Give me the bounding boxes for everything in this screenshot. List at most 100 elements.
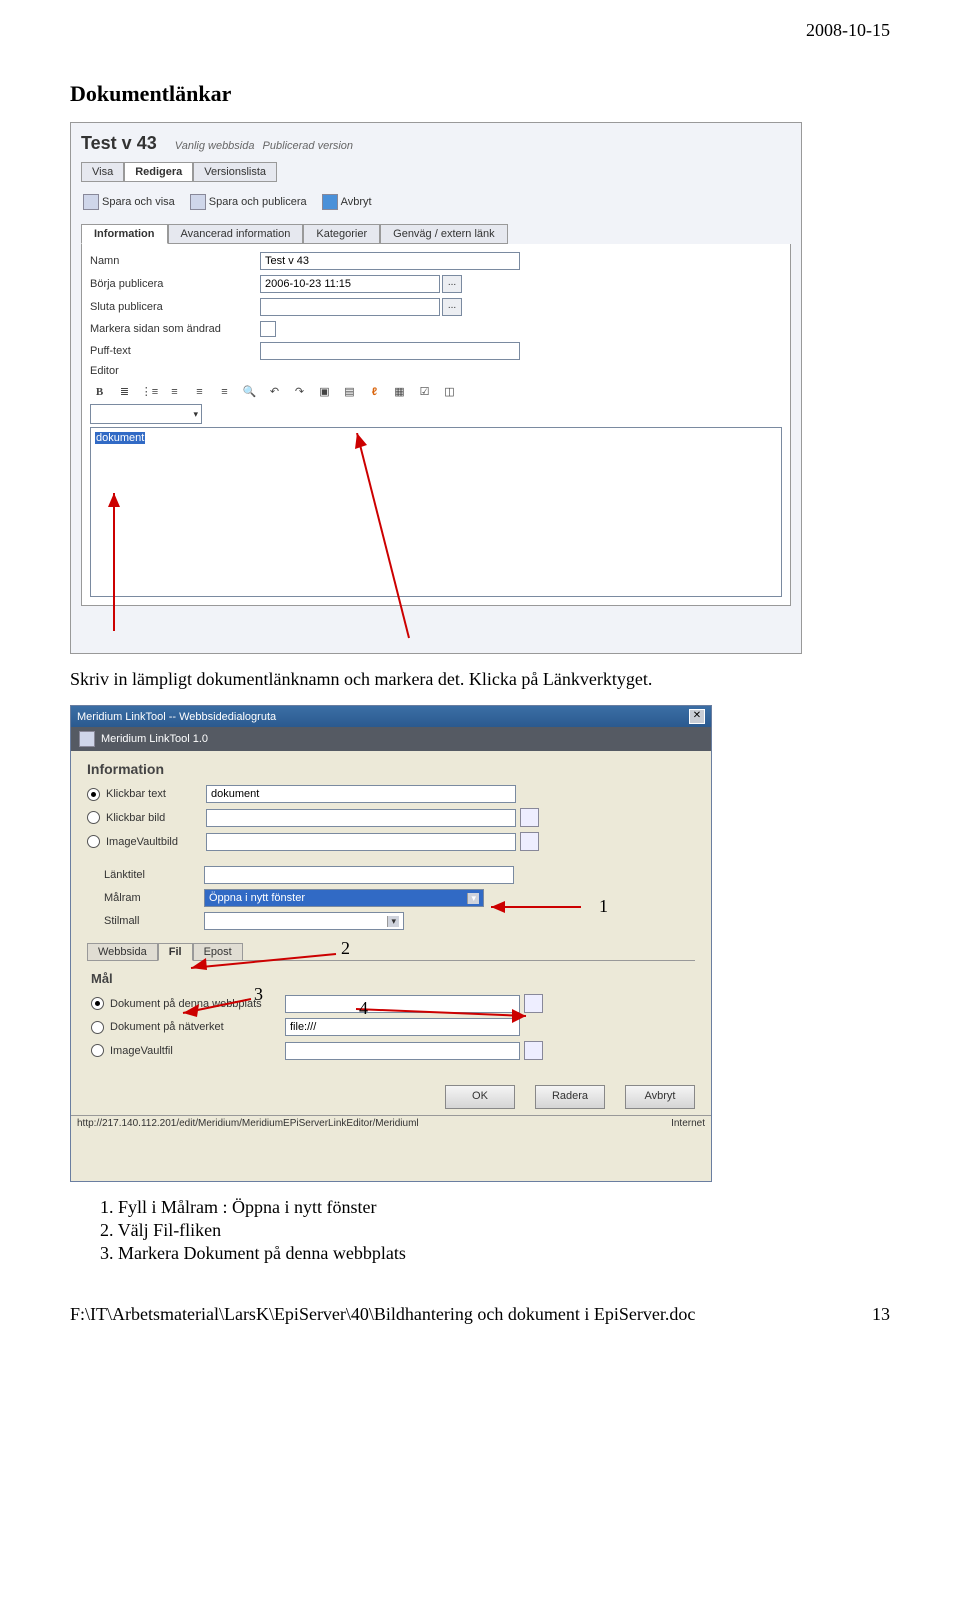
doc-site-input[interactable] (285, 995, 520, 1013)
annotation-3: 3 (254, 984, 263, 1005)
tab-categories[interactable]: Kategorier (303, 224, 380, 244)
list-item-2: Välj Fil-fliken (118, 1220, 221, 1240)
bold-icon[interactable]: B (90, 382, 109, 401)
section-heading: Dokumentlänkar (70, 81, 890, 107)
check-icon[interactable]: ☑ (415, 382, 434, 401)
tab-fil[interactable]: Fil (158, 943, 193, 961)
redo-icon[interactable]: ↷ (290, 382, 309, 401)
tab-webbsida[interactable]: Webbsida (87, 943, 158, 961)
image-browse-icon[interactable]: ▤ (340, 382, 359, 401)
instruction-list: 1. Fyll i Målram : Öppna i nytt fönster … (100, 1197, 890, 1264)
label: Avbryt (341, 196, 372, 208)
save-and-publish-button[interactable]: Spara och publicera (190, 194, 307, 210)
module-icon[interactable]: ◫ (440, 382, 459, 401)
start-publish-input[interactable] (260, 275, 440, 293)
instruction-paragraph: Skriv in lämpligt dokumentlänknamn och m… (70, 669, 890, 690)
page-status: Publicerad version (263, 140, 354, 152)
stop-publish-label: Sluta publicera (90, 301, 260, 313)
save-and-view-button[interactable]: Spara och visa (83, 194, 175, 210)
start-publish-label: Börja publicera (90, 278, 260, 290)
start-publish-picker[interactable]: ... (442, 275, 462, 293)
linktitel-input[interactable] (204, 866, 514, 884)
page-header-date: 2008-10-15 (70, 20, 890, 41)
bullet-list-icon[interactable]: ⋮≡ (140, 382, 159, 401)
linktool-dialog-screenshot: Meridium LinkTool -- Webbsidedialogruta … (70, 705, 712, 1182)
dialog-title: Meridium LinkTool -- Webbsidedialogruta (77, 711, 276, 723)
align-center-icon[interactable]: ≡ (190, 382, 209, 401)
save-icon (83, 194, 99, 210)
tab-information[interactable]: Information (81, 224, 168, 244)
radio-doc-net-label: Dokument på nätverket (110, 1021, 285, 1033)
radio-imagevault-label: ImageVaultbild (106, 836, 206, 848)
mark-changed-checkbox[interactable] (260, 321, 276, 337)
close-button[interactable]: ✕ (689, 709, 705, 724)
style-select[interactable] (90, 404, 202, 424)
link-icon[interactable]: ℓ (365, 382, 384, 401)
puff-input[interactable] (260, 342, 520, 360)
numbered-list-icon[interactable]: ≣ (115, 382, 134, 401)
imagevault-picker-icon[interactable] (520, 832, 539, 851)
image-icon[interactable]: ▣ (315, 382, 334, 401)
iv-file-browse-icon[interactable] (524, 1041, 543, 1060)
close-icon (322, 194, 338, 210)
image-picker-icon[interactable] (520, 808, 539, 827)
label: Spara och publicera (209, 196, 307, 208)
page-type: Vanlig webbsida (175, 140, 255, 152)
doc-site-browse-icon[interactable] (524, 994, 543, 1013)
radio-doc-net[interactable] (91, 1021, 104, 1034)
tab-visa[interactable]: Visa (81, 162, 124, 182)
mark-changed-label: Markera sidan som ändrad (90, 323, 260, 335)
footer-page-number: 13 (872, 1304, 890, 1325)
footer-path: F:\IT\Arbetsmaterial\LarsK\EpiServer\40\… (70, 1304, 695, 1325)
stop-publish-picker[interactable]: ... (442, 298, 462, 316)
malram-label: Målram (104, 892, 204, 904)
save-publish-icon (190, 194, 206, 210)
list-item-3: Markera Dokument på denna webbplats (118, 1243, 406, 1263)
tab-epost[interactable]: Epost (193, 943, 243, 961)
radio-klickbar-text[interactable] (87, 788, 100, 801)
episerver-editor-screenshot: Test v 43 Vanlig webbsida Publicerad ver… (70, 122, 802, 654)
radio-imagevault[interactable] (87, 835, 100, 848)
tab-shortcut[interactable]: Genväg / extern länk (380, 224, 508, 244)
ok-button[interactable]: OK (445, 1085, 515, 1109)
tab-advanced[interactable]: Avancerad information (168, 224, 304, 244)
radio-klickbar-text-label: Klickbar text (106, 788, 206, 800)
status-zone: Internet (671, 1118, 705, 1129)
radio-doc-site[interactable] (91, 997, 104, 1010)
klickbar-bild-input[interactable] (206, 809, 516, 827)
align-right-icon[interactable]: ≡ (215, 382, 234, 401)
tab-redigera[interactable]: Redigera (124, 162, 193, 182)
cancel-button[interactable]: Avbryt (322, 194, 372, 210)
table-icon[interactable]: ▦ (390, 382, 409, 401)
imagevault-input[interactable] (206, 833, 516, 851)
align-left-icon[interactable]: ≡ (165, 382, 184, 401)
doc-net-input[interactable] (285, 1018, 520, 1036)
annotation-2: 2 (341, 938, 350, 959)
label: Spara och visa (102, 196, 175, 208)
find-icon[interactable]: 🔍 (240, 382, 259, 401)
puff-label: Puff-text (90, 345, 260, 357)
rich-text-editor[interactable]: dokument (90, 427, 782, 597)
malram-select[interactable]: Öppna i nytt fönster (204, 889, 484, 907)
page-title: Test v 43 (81, 133, 157, 154)
mal-heading: Mål (91, 971, 691, 986)
status-url: http://217.140.112.201/edit/Meridium/Mer… (77, 1118, 419, 1129)
tab-versionslista[interactable]: Versionslista (193, 162, 277, 182)
stilmall-select[interactable] (204, 912, 404, 930)
radera-button[interactable]: Radera (535, 1085, 605, 1109)
stop-publish-input[interactable] (260, 298, 440, 316)
tool-version: Meridium LinkTool 1.0 (101, 733, 208, 745)
radio-klickbar-bild[interactable] (87, 811, 100, 824)
annotation-4: 4 (359, 998, 368, 1019)
iv-file-input[interactable] (285, 1042, 520, 1060)
linktitel-label: Länktitel (104, 869, 204, 881)
name-input[interactable] (260, 252, 520, 270)
stilmall-label: Stilmall (104, 915, 204, 927)
tool-icon (79, 731, 95, 747)
annotation-1: 1 (599, 896, 608, 917)
radio-iv-file-label: ImageVaultfil (110, 1045, 285, 1057)
undo-icon[interactable]: ↶ (265, 382, 284, 401)
avbryt-button[interactable]: Avbryt (625, 1085, 695, 1109)
radio-iv-file[interactable] (91, 1044, 104, 1057)
klickbar-text-input[interactable] (206, 785, 516, 803)
